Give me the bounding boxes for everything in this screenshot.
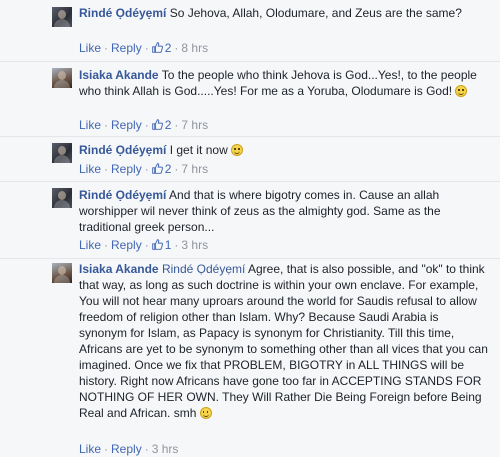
avatar[interactable] xyxy=(52,143,72,163)
comment-body: Rindé Ọdéyẹmí And that is where bigotry … xyxy=(79,187,489,235)
comment-actions: Like · Reply · 1 · 3 hrs xyxy=(79,238,209,252)
comment: Isiaka Akande To the people who think Je… xyxy=(0,62,500,137)
comment-actions: Like · Reply · 2 · 7 hrs xyxy=(79,162,209,176)
like-button[interactable]: Like xyxy=(79,41,101,55)
thumbs-up-icon xyxy=(151,119,163,130)
like-button[interactable]: Like xyxy=(79,118,101,132)
comment-body: Isiaka Akande To the people who think Je… xyxy=(79,67,489,99)
reaction-count[interactable]: 2 xyxy=(151,162,171,176)
reaction-count[interactable]: 2 xyxy=(151,118,171,132)
thumbs-up-icon xyxy=(151,163,163,174)
avatar[interactable] xyxy=(52,263,72,283)
avatar[interactable] xyxy=(52,7,72,27)
comment-actions: Like · Reply · 3 hrs xyxy=(79,442,179,456)
timestamp[interactable]: 8 hrs xyxy=(181,41,208,55)
smiley-emoji-icon xyxy=(455,85,468,97)
reply-button[interactable]: Reply xyxy=(111,41,142,55)
author-name[interactable]: Isiaka Akande xyxy=(79,262,159,276)
thumbs-up-icon xyxy=(151,42,163,53)
reaction-count[interactable]: 1 xyxy=(151,238,171,252)
avatar[interactable] xyxy=(52,68,72,88)
comment-actions: Like · Reply · 2 · 7 hrs xyxy=(79,118,209,132)
avatar[interactable] xyxy=(52,188,72,208)
author-name[interactable]: Rindé Ọdéyẹmí xyxy=(79,6,166,20)
author-name[interactable]: Rindé Ọdéyẹmí xyxy=(79,143,166,157)
author-name[interactable]: Rindé Ọdéyẹmí xyxy=(79,188,166,202)
smiley-emoji-icon xyxy=(199,407,212,419)
reply-button[interactable]: Reply xyxy=(111,162,142,176)
comment-text: So Jehova, Allah, Olodumare, and Zeus ar… xyxy=(169,6,462,20)
comment-body: Rindé Ọdéyẹmí So Jehova, Allah, Olodumar… xyxy=(79,5,489,21)
reaction-count[interactable]: 2 xyxy=(151,41,171,55)
timestamp[interactable]: 7 hrs xyxy=(181,118,208,132)
comment-body: Rindé Ọdéyẹmí I get it now xyxy=(79,142,489,158)
comment-text: Agree, that is also possible, and "ok" t… xyxy=(79,262,488,420)
reply-button[interactable]: Reply xyxy=(111,118,142,132)
timestamp[interactable]: 3 hrs xyxy=(152,442,179,456)
smiley-emoji-icon xyxy=(231,144,244,156)
comment-thread: Rindé Ọdéyẹmí So Jehova, Allah, Olodumar… xyxy=(0,0,500,457)
timestamp[interactable]: 7 hrs xyxy=(181,162,208,176)
like-button[interactable]: Like xyxy=(79,238,101,252)
comment-body: Isiaka Akande Rindé Ọdéyẹmí Agree, that … xyxy=(79,261,489,421)
reply-button[interactable]: Reply xyxy=(111,238,142,252)
comment: Rindé Ọdéyẹmí I get it now Like · Reply · 2 ·… xyxy=(0,137,500,182)
comment: Rindé Ọdéyẹmí So Jehova, Allah, Olodumar… xyxy=(0,0,500,62)
timestamp[interactable]: 3 hrs xyxy=(181,238,208,252)
comment: Rindé Ọdéyẹmí And that is where bigotry … xyxy=(0,182,500,259)
like-button[interactable]: Like xyxy=(79,442,101,456)
author-name[interactable]: Isiaka Akande xyxy=(79,68,159,82)
comment-text: I get it now xyxy=(169,143,228,157)
like-button[interactable]: Like xyxy=(79,162,101,176)
reply-button[interactable]: Reply xyxy=(111,442,142,456)
mention-link[interactable]: Rindé Ọdéyẹmí xyxy=(162,262,245,276)
comment-actions: Like · Reply · 2 · 8 hrs xyxy=(79,41,209,55)
thumbs-up-icon xyxy=(151,239,163,250)
comment: Isiaka Akande Rindé Ọdéyẹmí Agree, that … xyxy=(0,259,500,457)
